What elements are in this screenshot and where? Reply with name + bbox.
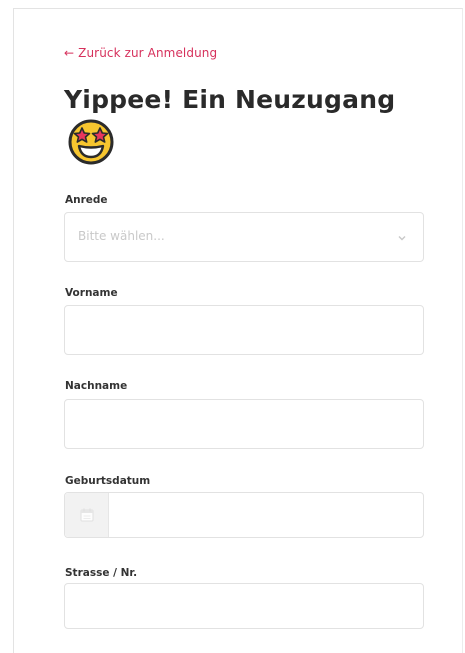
registration-card: ← Zurück zur Anmeldung Yippee! Ein Neuzug…: [13, 8, 463, 653]
last-name-label: Nachname: [65, 380, 128, 392]
salutation-label: Anrede: [65, 194, 108, 206]
first-name-label: Vorname: [65, 287, 118, 299]
calendar-icon: [80, 508, 94, 522]
back-to-login-link[interactable]: ← Zurück zur Anmeldung: [64, 46, 217, 60]
birth-date-input[interactable]: [110, 493, 423, 537]
back-arrow-icon: ←: [64, 46, 75, 60]
back-link-label: Zurück zur Anmeldung: [78, 46, 218, 60]
birth-date-label: Geburtsdatum: [65, 475, 151, 487]
star-struck-emoji-icon: [68, 119, 114, 165]
last-name-input[interactable]: [64, 399, 424, 449]
calendar-button[interactable]: [65, 493, 109, 537]
street-input[interactable]: [64, 583, 424, 629]
salutation-placeholder: Bitte wählen...: [78, 229, 165, 243]
birth-date-field: [64, 492, 424, 538]
salutation-select[interactable]: Bitte wählen...: [64, 212, 424, 262]
street-label: Strasse / Nr.: [65, 567, 138, 579]
first-name-input[interactable]: [64, 305, 424, 355]
page-title: Yippee! Ein Neuzugang: [64, 85, 396, 114]
chevron-down-icon: [398, 236, 406, 241]
